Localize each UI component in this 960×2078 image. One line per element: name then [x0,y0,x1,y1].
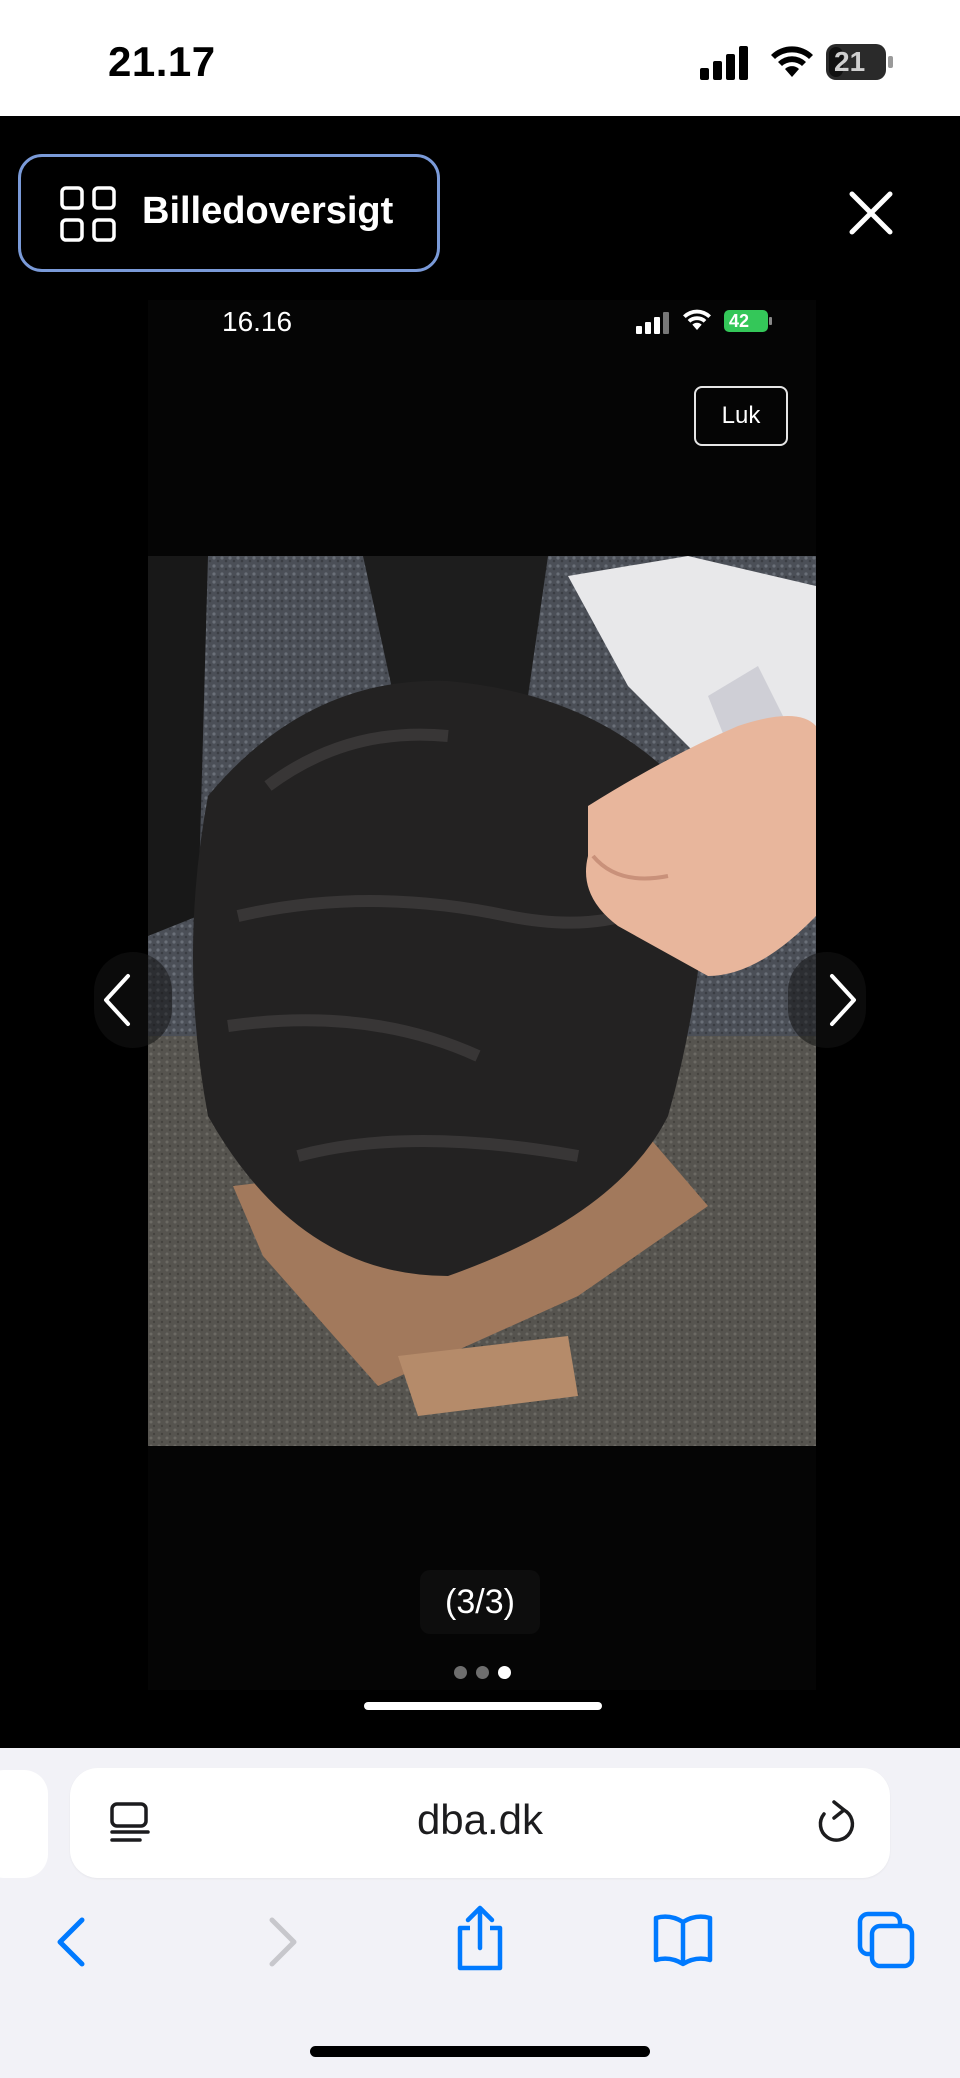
pagination-dot[interactable] [454,1666,467,1679]
image-overview-label: Billedoversigt [142,190,394,232]
previous-image-button[interactable] [94,952,172,1048]
chevron-left-icon [104,974,130,1026]
inner-status-time: 16.16 [222,306,293,337]
inner-wifi-icon [683,309,711,330]
inner-battery-icon: 42 [724,310,772,332]
image-counter: (3/3) [420,1570,540,1634]
tabs-icon[interactable] [856,1910,916,1970]
share-icon[interactable] [452,1904,508,1974]
forward-icon[interactable] [262,1912,302,1972]
listing-photo [148,556,816,1446]
reader-icon[interactable] [108,1800,152,1848]
previous-tab-card[interactable] [0,1770,48,1878]
inner-battery-level: 42 [729,311,750,331]
battery-icon: 21 [826,44,894,80]
grid-icon [60,186,116,242]
chevron-right-icon [830,974,856,1026]
battery-level: 21 [834,46,866,77]
pagination-dot[interactable] [498,1666,511,1679]
pagination-dot[interactable] [476,1666,489,1679]
cellular-signal-icon [700,46,748,80]
close-button[interactable]: Luk [694,386,788,446]
close-icon[interactable] [848,190,894,236]
wifi-icon [771,46,813,77]
pagination-dots [454,1665,514,1681]
next-image-button[interactable] [788,952,866,1048]
inner-signal-icon [636,312,669,334]
reload-icon[interactable] [814,1798,858,1846]
back-icon[interactable] [52,1912,92,1972]
status-time: 21.17 [108,38,216,85]
inner-home-indicator [364,1702,602,1710]
url-text[interactable]: dba.dk [280,1796,680,1844]
home-indicator [310,2046,650,2057]
bookmarks-icon[interactable] [652,1912,714,1968]
